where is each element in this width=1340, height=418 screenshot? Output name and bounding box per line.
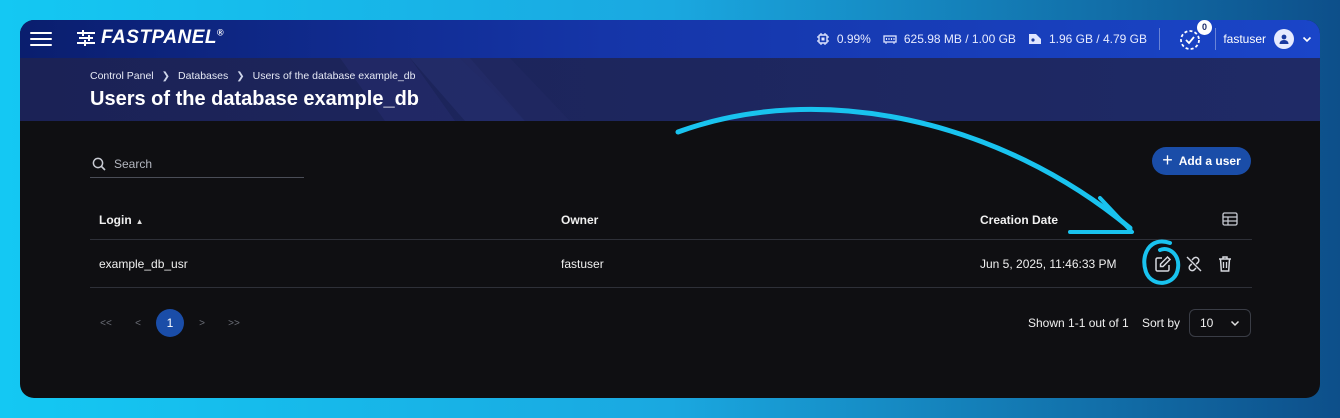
user-icon [1274, 29, 1294, 49]
breadcrumb-databases[interactable]: Databases [178, 70, 228, 82]
logo[interactable]: FASTPANEL® [76, 27, 224, 49]
cell-creation-date: Jun 5, 2025, 11:46:33 PM [980, 257, 1117, 271]
sort-asc-icon: ▲ [135, 217, 144, 226]
divider [1215, 28, 1216, 50]
app-window: FASTPANEL® 0.99% 625.98 MB / 1.00 GB 1.9… [20, 20, 1320, 398]
column-login[interactable]: Login ▲ [99, 213, 144, 227]
logo-mark-icon [77, 30, 95, 46]
page-title: Users of the database example_db [90, 88, 420, 110]
table-header: Login ▲ Owner Creation Date [90, 202, 1252, 240]
page-size-select[interactable]: 10 [1189, 309, 1251, 337]
column-login-label: Login [99, 213, 132, 227]
unlink-icon[interactable] [1184, 254, 1204, 274]
last-page-button[interactable]: >> [218, 318, 250, 329]
prev-page-button[interactable]: < [122, 318, 154, 329]
top-bar: FASTPANEL® 0.99% 625.98 MB / 1.00 GB 1.9… [20, 20, 1320, 58]
chevron-right-icon: ❯ [161, 70, 171, 82]
cpu-value: 0.99% [836, 32, 871, 46]
cpu-stat[interactable]: 0.99% [816, 32, 871, 46]
divider [1159, 28, 1160, 50]
search-field[interactable] [90, 150, 304, 178]
chevron-down-icon [1230, 320, 1240, 327]
disk-stat[interactable]: 1.96 GB / 4.79 GB [1028, 32, 1147, 46]
shown-count: Shown 1-1 out of 1 [1028, 316, 1129, 330]
plus-icon: + [1162, 150, 1173, 170]
pagination: << < 1 > >> [90, 309, 250, 337]
chevron-down-icon [1302, 36, 1312, 43]
page-header: Control Panel ❯ Databases ❯ Users of the… [20, 58, 1320, 121]
logo-text: FASTPANEL® [101, 27, 225, 48]
next-page-button[interactable]: > [186, 318, 218, 329]
username: fastuser [1223, 32, 1266, 46]
cell-login: example_db_usr [99, 257, 188, 271]
breadcrumb-current: Users of the database example_db [252, 70, 416, 82]
column-creation-date[interactable]: Creation Date [980, 213, 1058, 227]
user-menu[interactable]: fastuser [1223, 20, 1312, 58]
breadcrumb: Control Panel ❯ Databases ❯ Users of the… [90, 70, 415, 82]
table-row[interactable]: example_db_usr fastuser Jun 5, 2025, 11:… [90, 241, 1252, 288]
cpu-icon [816, 33, 829, 45]
disk-icon [1028, 34, 1041, 44]
sort-by-label: Sort by [1142, 316, 1181, 330]
chevron-right-icon: ❯ [236, 70, 245, 82]
column-owner[interactable]: Owner [561, 213, 598, 227]
add-user-label: Add a user [1178, 154, 1241, 168]
edit-icon[interactable] [1153, 254, 1173, 274]
ram-value: 625.98 MB / 1.00 GB [903, 32, 1016, 46]
first-page-button[interactable]: << [90, 318, 122, 329]
page-size-value: 10 [1200, 316, 1214, 330]
search-icon [92, 157, 106, 171]
tasks-button[interactable]: 0 [1178, 20, 1212, 52]
trash-icon[interactable] [1215, 254, 1235, 274]
current-page[interactable]: 1 [156, 309, 184, 337]
add-user-button[interactable]: + Add a user [1152, 147, 1251, 175]
ram-stat[interactable]: 625.98 MB / 1.00 GB [883, 32, 1016, 46]
menu-icon[interactable] [30, 28, 52, 50]
breadcrumb-control-panel[interactable]: Control Panel [90, 70, 154, 82]
disk-value: 1.96 GB / 4.79 GB [1048, 32, 1147, 46]
ram-icon [883, 35, 897, 44]
column-settings-icon[interactable] [1222, 212, 1238, 226]
tasks-badge: 0 [1197, 20, 1212, 35]
cell-owner: fastuser [561, 257, 604, 271]
resource-stats: 0.99% 625.98 MB / 1.00 GB 1.96 GB / 4.79… [816, 20, 1160, 58]
search-input[interactable] [114, 156, 284, 171]
